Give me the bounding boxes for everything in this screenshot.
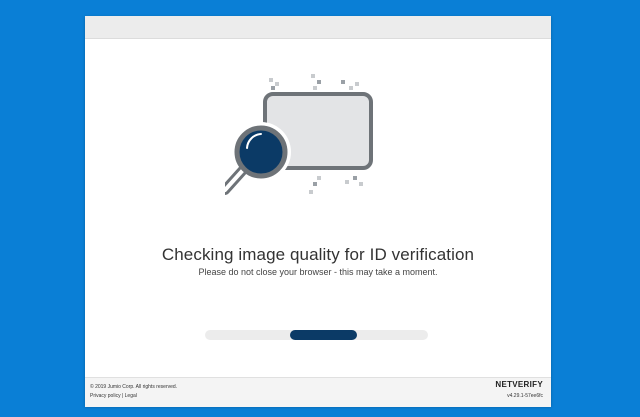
page-title: Checking image quality for ID verificati… bbox=[161, 245, 475, 264]
status-message: Please do not close your browser - this … bbox=[198, 267, 438, 277]
id-check-illustration bbox=[225, 74, 373, 195]
verification-window: Checking image quality for ID verificati… bbox=[85, 16, 551, 407]
copyright-text: © 2019 Jumio Corp. All rights reserved. bbox=[90, 384, 178, 390]
progress-bar bbox=[205, 330, 428, 340]
footer-links[interactable]: Privacy policy | Legal bbox=[90, 393, 137, 399]
progress-fill bbox=[290, 330, 357, 340]
version-label: v4.29.1-57ee6fc bbox=[507, 393, 543, 399]
top-bar bbox=[85, 16, 551, 39]
footer: © 2019 Jumio Corp. All rights reserved. … bbox=[85, 377, 551, 407]
brand-logo: NETVERIFY bbox=[495, 380, 543, 389]
magnifier-icon bbox=[225, 122, 291, 195]
